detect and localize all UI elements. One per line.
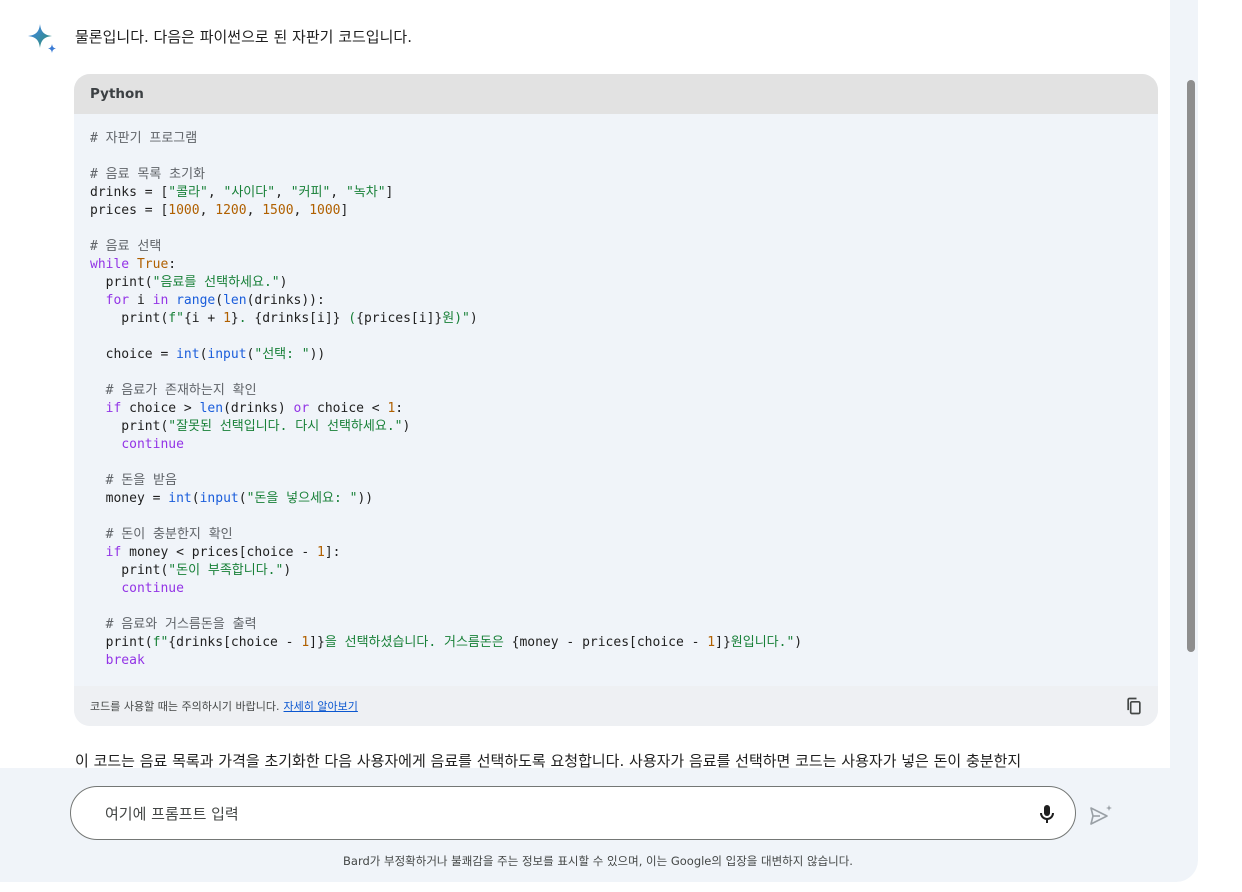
disclaimer-text: Bard가 부정확하거나 불쾌감을 주는 정보를 표시할 수 있으며, 이는 G… bbox=[343, 854, 853, 868]
prompt-input[interactable] bbox=[103, 801, 1007, 827]
code-footer: 코드를 사용할 때는 주의하시기 바랍니다. 자세히 알아보기 bbox=[74, 686, 1158, 726]
cutoff-text: · · · · · bbox=[1020, 0, 1075, 6]
assistant-answer-text: 이 코드는 음료 목록과 가격을 초기화한 다음 사용자에게 음료를 선택하도록… bbox=[75, 752, 1022, 768]
app-frame: · · · · · 물론입니다. 다음은 파이썬으로 된 자판기 코드입니다. … bbox=[0, 0, 1198, 882]
chat-scroll-area: · · · · · 물론입니다. 다음은 파이썬으로 된 자판기 코드입니다. … bbox=[0, 0, 1170, 768]
copy-icon[interactable] bbox=[1124, 696, 1144, 716]
mic-icon[interactable] bbox=[1035, 802, 1059, 826]
code-content: # 자판기 프로그램 # 음료 목록 초기화 drinks = ["콜라", "… bbox=[90, 131, 803, 668]
code-caution-text: 코드를 사용할 때는 주의하시기 바랍니다. bbox=[90, 700, 280, 713]
code-block: Python # 자판기 프로그램 # 음료 목록 초기화 drinks = [… bbox=[74, 74, 1158, 726]
code-language-label: Python bbox=[74, 74, 1158, 114]
scrollbar-thumb[interactable] bbox=[1187, 80, 1195, 652]
scrollbar[interactable] bbox=[1184, 0, 1198, 768]
sparkle-icon bbox=[28, 24, 56, 53]
assistant-intro-text: 물론입니다. 다음은 파이썬으로 된 자판기 코드입니다. bbox=[75, 28, 412, 46]
send-icon[interactable] bbox=[1088, 803, 1114, 827]
learn-more-link[interactable]: 자세히 알아보기 bbox=[284, 698, 358, 714]
prompt-box bbox=[70, 786, 1076, 840]
